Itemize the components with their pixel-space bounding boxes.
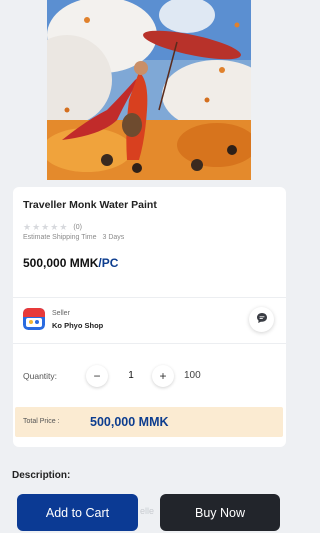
total-price-label: Total Price : <box>23 418 60 425</box>
star-icon: ★ <box>32 222 41 232</box>
add-to-cart-button[interactable]: Add to Cart <box>17 494 138 531</box>
shipping-value: 3 Days <box>102 234 125 241</box>
star-icon: ★ <box>50 222 59 232</box>
price-unit: /PC <box>98 256 119 270</box>
divider <box>13 297 286 298</box>
star-rating: ★ ★ ★ ★ ★ <box>23 223 67 232</box>
rating-count: (0) <box>73 224 82 231</box>
shipping-label: Estimate Shipping Time <box>23 234 97 241</box>
chat-bubble-icon <box>256 311 268 329</box>
star-icon: ★ <box>41 222 50 232</box>
faded-text: elle <box>140 506 155 516</box>
total-price-bar: Total Price : 500,000 MMK <box>15 407 283 437</box>
price-value: 500,000 MMK <box>23 256 99 270</box>
divider <box>13 343 286 344</box>
total-price-value: 500,000 MMK <box>90 415 169 429</box>
seller-caption: Seller <box>52 310 70 317</box>
star-icon: ★ <box>23 222 32 232</box>
shop-logo[interactable] <box>23 308 45 330</box>
description-heading: Description: <box>12 470 71 481</box>
increase-quantity-button[interactable]: + <box>152 365 174 387</box>
shipping-estimate: Estimate Shipping Time 3 Days <box>23 234 124 241</box>
product-title: Traveller Monk Water Paint <box>23 199 157 211</box>
chat-button[interactable] <box>249 307 274 332</box>
buy-now-button[interactable]: Buy Now <box>160 494 280 531</box>
product-card: Traveller Monk Water Paint ★ ★ ★ ★ ★ (0)… <box>13 187 286 447</box>
product-image[interactable] <box>47 0 251 180</box>
quantity-max: 100 <box>184 370 201 381</box>
quantity-value: 1 <box>128 370 134 381</box>
seller-name[interactable]: Ko Phyo Shop <box>52 321 103 330</box>
quantity-label: Quantity: <box>23 371 58 381</box>
star-icon: ★ <box>59 222 68 232</box>
rating-row: ★ ★ ★ ★ ★ (0) <box>23 223 82 232</box>
product-price: 500,000 MMK/PC <box>23 256 118 270</box>
decrease-quantity-button[interactable]: − <box>86 365 108 387</box>
